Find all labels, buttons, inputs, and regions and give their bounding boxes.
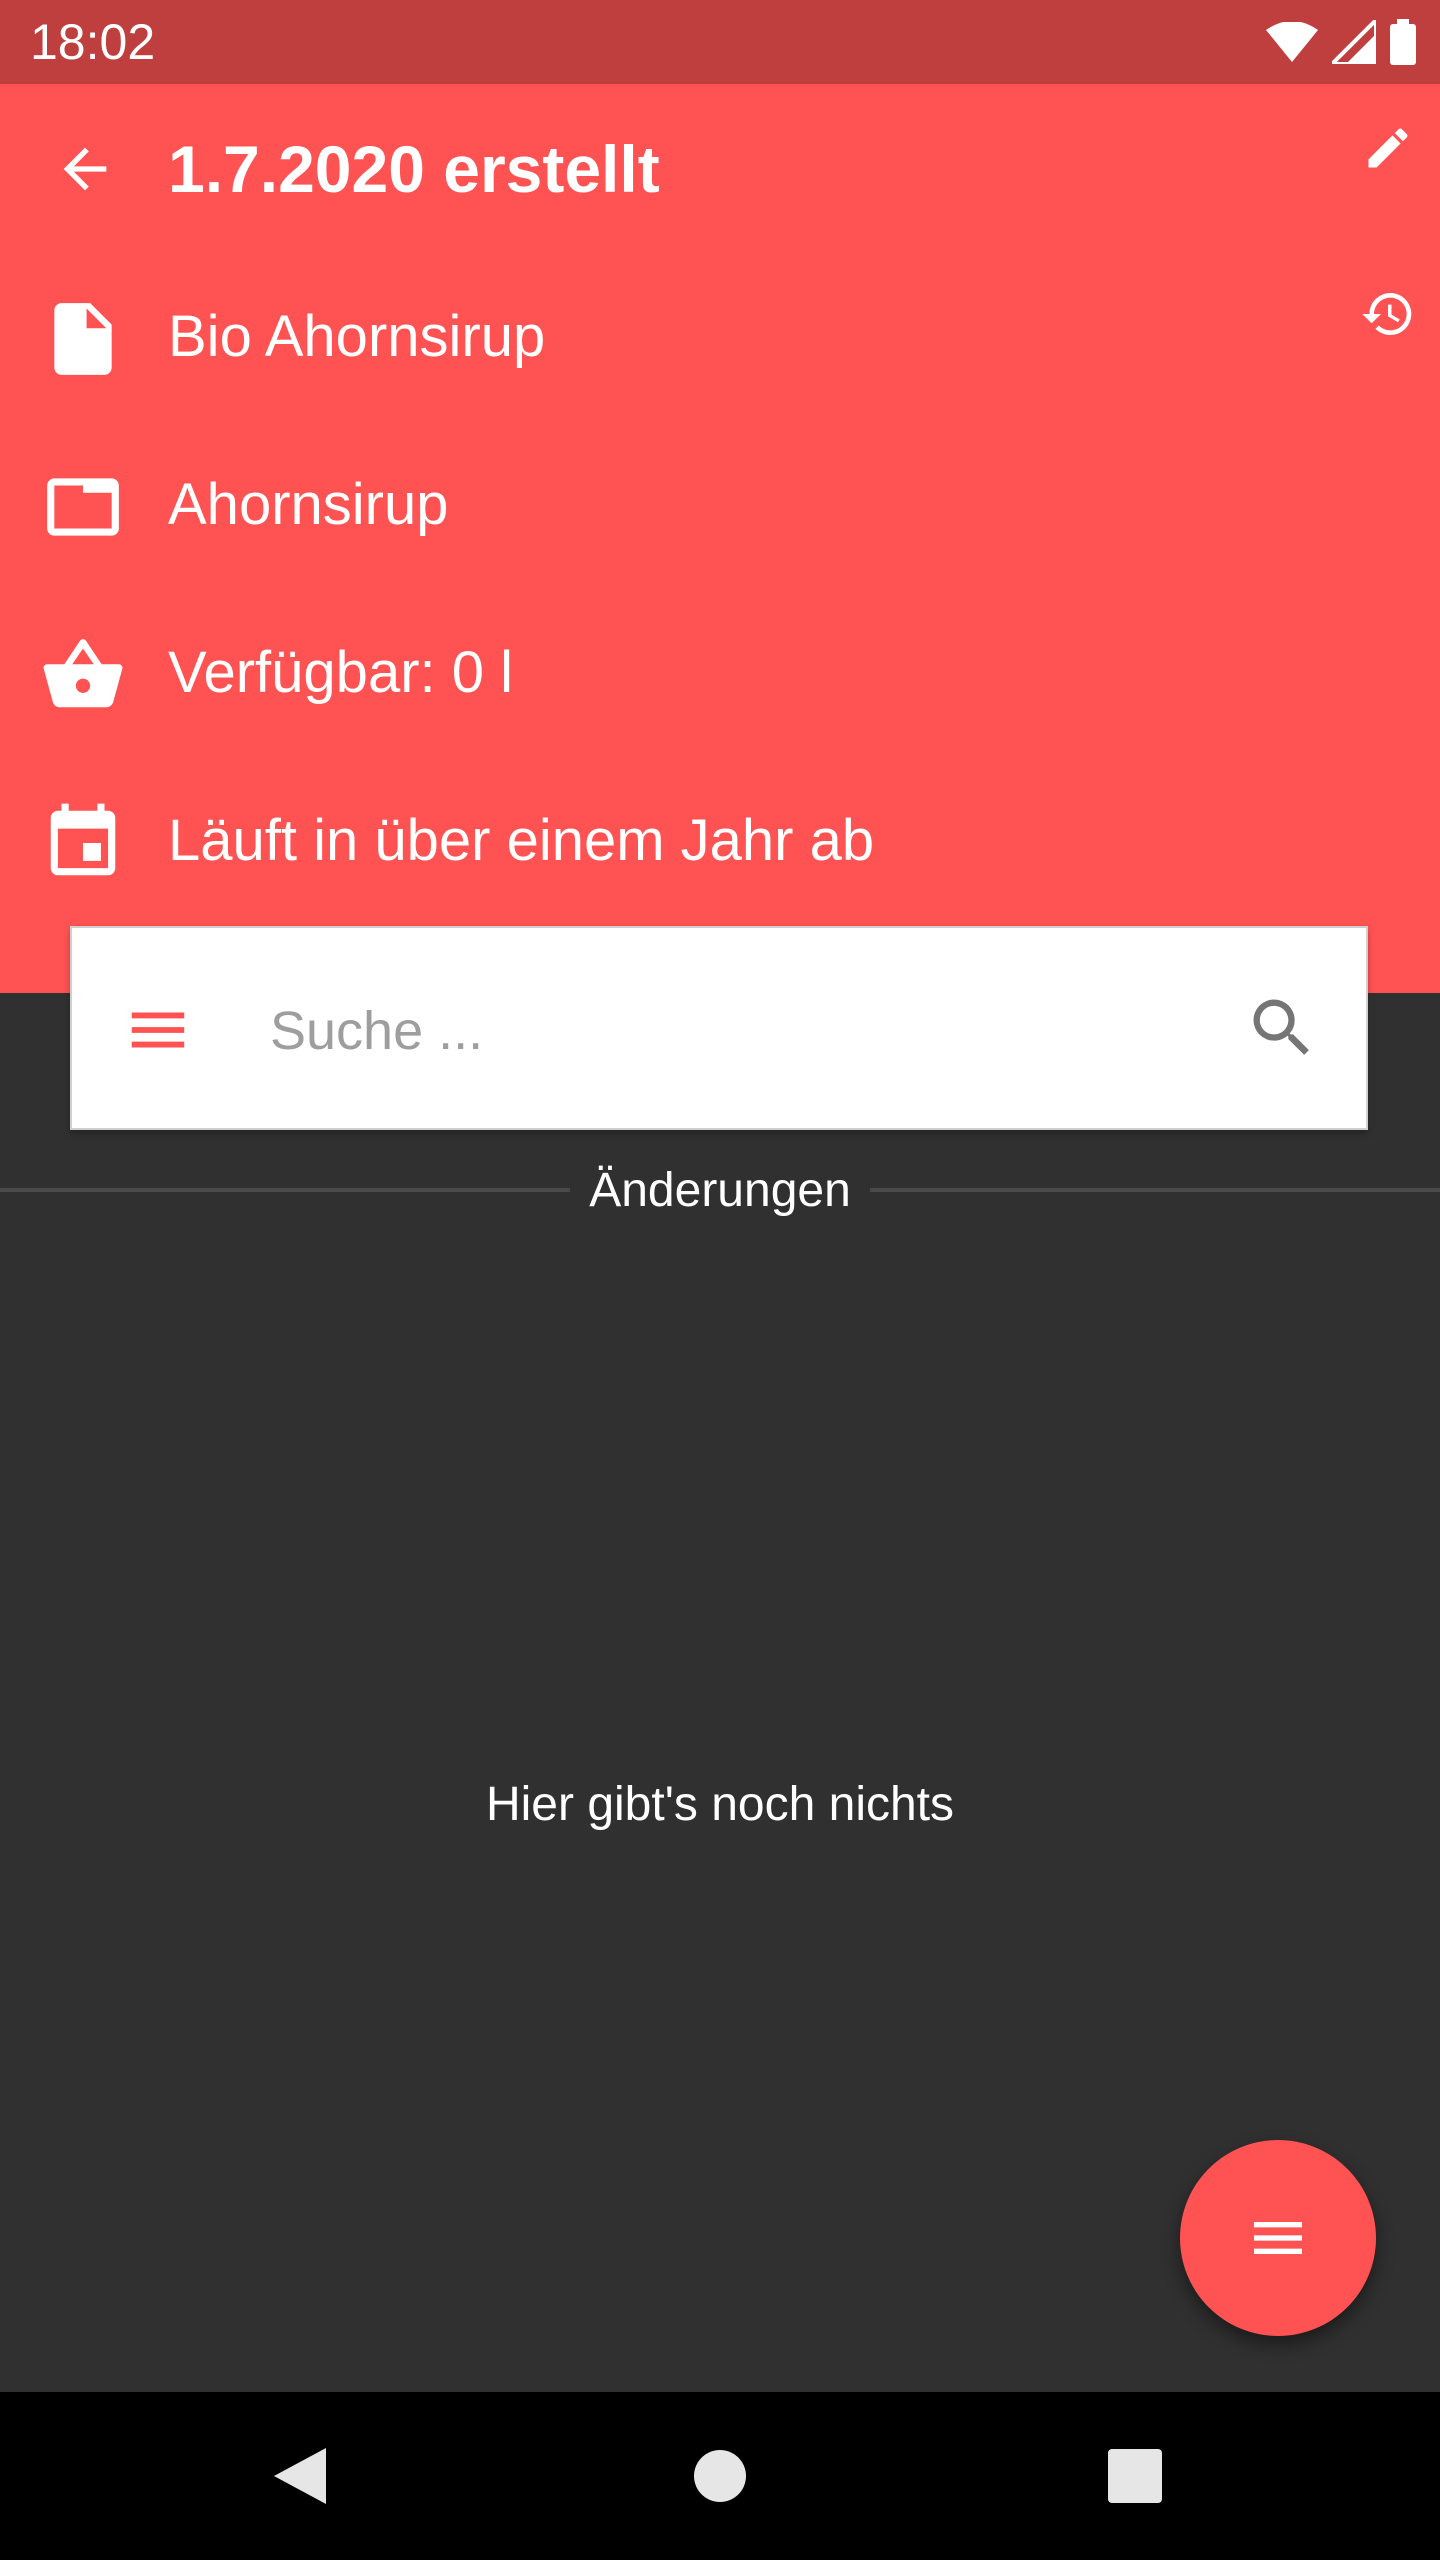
basket-icon: [43, 639, 123, 708]
search-button[interactable]: [1238, 984, 1326, 1072]
product-name: Bio Ahornsirup: [168, 303, 546, 369]
menu-icon: [131, 1012, 185, 1048]
fab-menu-button[interactable]: [1180, 2140, 1376, 2336]
info-row-category: Ahornsirup: [0, 444, 1440, 564]
back-triangle-icon: [274, 2448, 326, 2504]
folder-icon: [47, 478, 119, 536]
status-icons: [1266, 16, 1416, 68]
wifi-icon: [1266, 22, 1318, 62]
system-navigation-bar: [0, 2392, 1440, 2560]
nav-recents-button[interactable]: [1085, 2426, 1185, 2526]
calendar-icon: [50, 803, 116, 876]
empty-state-text: Hier gibt's noch nichts: [485, 1778, 955, 1831]
info-row-expiry: Läuft in über einem Jahr ab: [0, 780, 1440, 900]
expiry-text: Läuft in über einem Jahr ab: [168, 807, 875, 873]
changes-section-label: Änderungen: [570, 1160, 870, 1222]
pencil-icon: [1368, 128, 1408, 168]
back-button[interactable]: [40, 124, 130, 214]
home-circle-icon: [694, 2450, 746, 2502]
menu-icon: [1254, 2222, 1302, 2254]
nav-back-button[interactable]: [250, 2426, 350, 2526]
document-icon: [54, 303, 112, 375]
search-menu-button[interactable]: [118, 990, 198, 1070]
info-row-product: Bio Ahornsirup: [0, 276, 1440, 396]
info-row-availability: Verfügbar: 0 l: [0, 612, 1440, 732]
signal-icon: [1332, 20, 1376, 64]
status-time: 18:02: [30, 14, 156, 70]
search-icon: [1253, 999, 1309, 1055]
recents-square-icon: [1108, 2449, 1162, 2503]
battery-icon: [1390, 19, 1416, 65]
arrow-back-icon: [63, 147, 107, 191]
search-bar: [70, 926, 1368, 1130]
status-bar: 18:02: [0, 0, 1440, 84]
page-title: 1.7.2020 erstellt: [168, 132, 660, 206]
nav-home-button[interactable]: [670, 2426, 770, 2526]
search-input[interactable]: [268, 968, 1252, 1094]
edit-button[interactable]: [1340, 100, 1436, 196]
category-name: Ahornsirup: [168, 471, 449, 537]
availability-text: Verfügbar: 0 l: [168, 639, 513, 705]
